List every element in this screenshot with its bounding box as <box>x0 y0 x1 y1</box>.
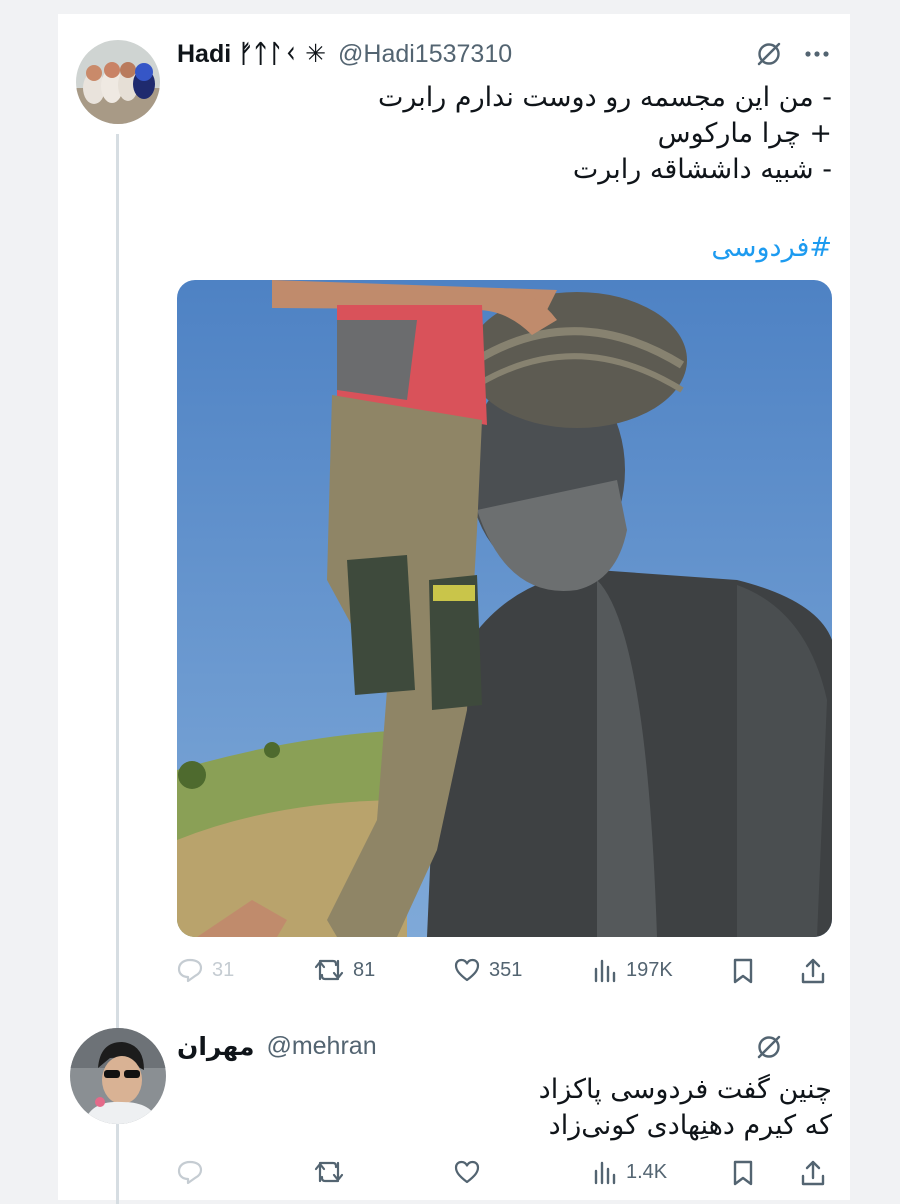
tweet-text-line: - شبیه داششاقه رابرت <box>572 154 832 185</box>
tweet-header: Hadi ᚠᛏᛚᚲ ✳ @Hadi1537310 <box>177 38 512 70</box>
views-icon <box>592 1159 618 1185</box>
bookmark-button[interactable] <box>731 957 755 985</box>
tweet-photo[interactable] <box>177 280 832 937</box>
share-icon <box>800 957 826 985</box>
share-button[interactable] <box>800 1159 826 1187</box>
avatar[interactable] <box>76 40 160 124</box>
tweet-actions: 31 81 351 197K <box>176 951 832 991</box>
retweet-icon <box>313 957 345 983</box>
reply-text-line: چنین گفت فردوسی پاکزاد <box>538 1074 832 1105</box>
grok-icon[interactable] <box>755 1033 783 1066</box>
retweet-button[interactable]: 81 <box>313 957 375 983</box>
reply-header: مهران @mehran <box>177 1030 377 1062</box>
tweet-text: - من این مجسمه رو دوست ندارم رابرت + چرا… <box>378 80 832 188</box>
tweet-text-line: - من این مجسمه رو دوست ندارم رابرت <box>377 82 832 113</box>
display-name[interactable]: مهران <box>177 1032 254 1061</box>
like-icon <box>453 1159 481 1185</box>
reply-text: چنین گفت فردوسی پاکزاد که کیرم دهنِهادی … <box>539 1072 832 1144</box>
reply-icon <box>176 957 204 983</box>
like-count: 351 <box>489 958 523 981</box>
display-name[interactable]: Hadi ᚠᛏᛚᚲ ✳ <box>177 39 326 69</box>
more-icon[interactable] <box>804 44 830 69</box>
share-icon <box>800 1159 826 1187</box>
views-icon <box>592 957 618 983</box>
like-button[interactable]: 351 <box>453 957 522 983</box>
user-handle[interactable]: @Hadi1537310 <box>338 40 512 69</box>
like-button[interactable] <box>453 1159 481 1185</box>
views-button[interactable]: 1.4K <box>592 1159 667 1185</box>
retweet-icon <box>313 1159 345 1185</box>
tweet-text-line: + چرا مارکوس <box>657 118 832 149</box>
retweet-count: 81 <box>353 958 376 981</box>
retweet-button[interactable] <box>313 1159 345 1185</box>
like-icon <box>453 957 481 983</box>
views-count: 1.4K <box>626 1160 668 1183</box>
bookmark-icon <box>731 1159 755 1187</box>
views-count: 197K <box>626 958 673 981</box>
reply-button[interactable]: 31 <box>176 957 234 983</box>
reply-icon <box>176 1159 204 1185</box>
reply-button[interactable] <box>176 1159 204 1185</box>
bookmark-icon <box>731 957 755 985</box>
share-button[interactable] <box>800 957 826 985</box>
reply-count: 31 <box>212 958 235 981</box>
user-handle[interactable]: @mehran <box>266 1032 376 1061</box>
avatar[interactable] <box>70 1028 166 1124</box>
hashtag-link[interactable]: #فردوسی <box>711 232 832 263</box>
grok-icon[interactable] <box>755 40 783 73</box>
bookmark-button[interactable] <box>731 1159 755 1187</box>
reply-text-line: که کیرم دهنِهادی کونی‌زاد <box>548 1110 832 1141</box>
reply-actions: 1.4K <box>176 1153 832 1193</box>
views-button[interactable]: 197K <box>592 957 673 983</box>
